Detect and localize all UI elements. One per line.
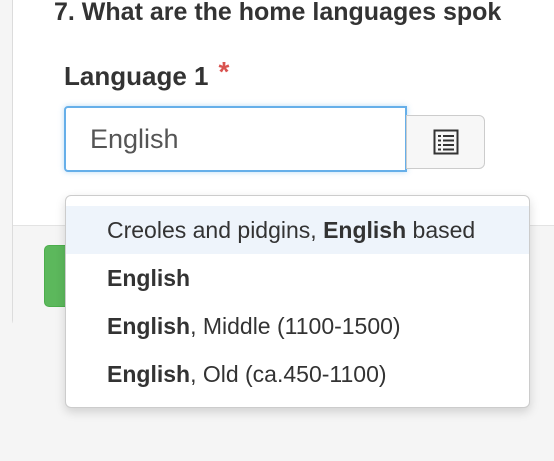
dropdown-option[interactable]: Creoles and pidgins, English based xyxy=(66,206,529,254)
field-label-text: Language 1 xyxy=(64,61,209,91)
autocomplete-dropdown: Creoles and pidgins, English based Engli… xyxy=(65,195,530,408)
list-picker-button[interactable] xyxy=(406,115,485,169)
dropdown-option[interactable]: English xyxy=(66,254,529,302)
field-label: Language 1 * xyxy=(64,56,229,92)
required-marker: * xyxy=(218,56,230,87)
language-input[interactable] xyxy=(64,106,407,172)
list-icon xyxy=(433,129,458,155)
dropdown-option[interactable]: English, Middle (1100-1500) xyxy=(66,302,529,350)
question-title: 7. What are the home languages spok xyxy=(54,0,502,26)
dropdown-option[interactable]: English, Old (ca.450-1100) xyxy=(66,350,529,398)
